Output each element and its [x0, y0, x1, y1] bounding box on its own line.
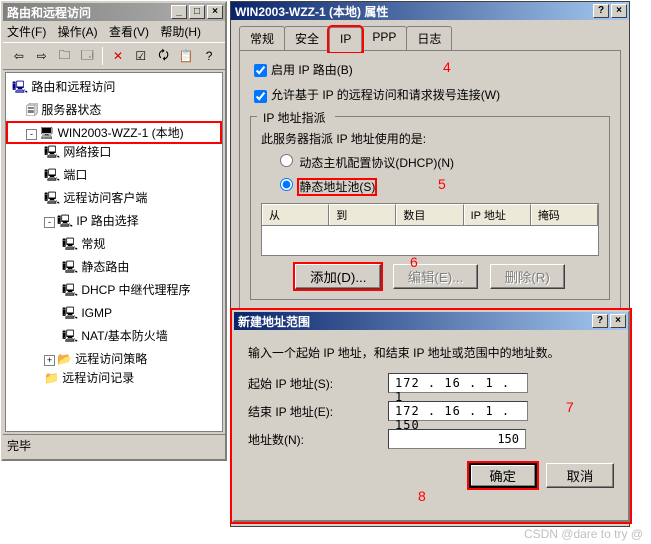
- newrange-body: 输入一个起始 IP 地址，和结束 IP 地址或范围中的地址数。 起始 IP 地址…: [234, 330, 628, 502]
- collapse-icon: -: [44, 217, 55, 228]
- col-ip[interactable]: IP 地址: [464, 204, 531, 225]
- tab-general[interactable]: 常规: [239, 26, 285, 50]
- properties-button[interactable]: 🗔: [77, 46, 97, 66]
- tree-general[interactable]: 🖳 常规: [8, 234, 220, 257]
- enable-ip-routing-checkbox[interactable]: [254, 64, 267, 77]
- allow-remote-checkbox[interactable]: [254, 90, 267, 103]
- remove-button[interactable]: 删除(R): [490, 264, 565, 289]
- cancel-button[interactable]: 取消: [546, 463, 614, 488]
- col-count[interactable]: 数目: [396, 204, 463, 225]
- mmc-window: 路由和远程访问 _ □ × 文件(F) 操作(A) 查看(V) 帮助(H) ⇦ …: [1, 1, 227, 461]
- tree-dhcp-relay[interactable]: 🖳 DHCP 中继代理程序: [8, 280, 220, 303]
- help-button[interactable]: ?: [593, 4, 609, 18]
- count-label: 地址数(N):: [248, 431, 388, 448]
- start-ip-label: 起始 IP 地址(S):: [248, 375, 388, 392]
- static-pool-radio-label: 静态地址池(S): [299, 180, 375, 194]
- ip-assign-groupbox: IP 地址指派 此服务器指派 IP 地址使用的是: 动态主机配置协议(DHCP)…: [250, 116, 610, 300]
- new-range-dialog: 新建地址范围 ? × 输入一个起始 IP 地址，和结束 IP 地址或范围中的地址…: [232, 310, 630, 522]
- close-button[interactable]: ×: [610, 314, 626, 328]
- menu-action[interactable]: 操作(A): [58, 25, 98, 39]
- expand-icon: +: [44, 355, 55, 366]
- close-button[interactable]: ×: [207, 5, 223, 19]
- tree-ra-clients[interactable]: 🖳 远程访问客户端: [8, 188, 220, 211]
- tree-nat[interactable]: 🖳 NAT/基本防火墙: [8, 326, 220, 349]
- ok-button[interactable]: 确定: [469, 463, 537, 488]
- toolbar-separator: [102, 47, 103, 65]
- dhcp-radio-label: 动态主机配置协议(DHCP)(N): [299, 156, 454, 170]
- ip-assign-desc: 此服务器指派 IP 地址使用的是:: [261, 130, 599, 147]
- col-to[interactable]: 到: [329, 204, 396, 225]
- refresh-button[interactable]: 🗘: [154, 46, 174, 66]
- allow-remote-label: 允许基于 IP 的远程访问和请求拨号连接(W): [271, 88, 500, 102]
- help-button[interactable]: ?: [592, 314, 608, 328]
- help-button[interactable]: ?: [199, 46, 219, 66]
- tab-ip[interactable]: IP: [329, 27, 362, 51]
- edit-button[interactable]: 编辑(E)...: [393, 264, 479, 289]
- count-input[interactable]: 150: [388, 429, 526, 449]
- forward-button[interactable]: ⇨: [32, 46, 52, 66]
- add-button[interactable]: 添加(D)...: [295, 264, 381, 289]
- props-titlebar[interactable]: WIN2003-WZZ-1 (本地) 属性 ? ×: [231, 2, 629, 20]
- newrange-title: 新建地址范围: [238, 313, 590, 330]
- up-button[interactable]: 🗀: [55, 46, 75, 66]
- tree-static-routes[interactable]: 🖳 静态路由: [8, 257, 220, 280]
- tree-igmp[interactable]: 🖳 IGMP: [8, 303, 220, 326]
- annotation-4: 4: [443, 59, 451, 75]
- properties2-button[interactable]: ☑: [131, 46, 151, 66]
- tree-ports[interactable]: 🖳 端口: [8, 165, 220, 188]
- back-button[interactable]: ⇦: [9, 46, 29, 66]
- tab-security[interactable]: 安全: [284, 26, 330, 50]
- tree-ra-logging[interactable]: 📁 远程访问记录: [8, 368, 220, 387]
- collapse-icon: -: [26, 129, 37, 140]
- tree-panel: 🖳 路由和远程访问 🗐 服务器状态 -🖥 WIN2003-WZZ-1 (本地) …: [5, 72, 223, 432]
- close-button[interactable]: ×: [611, 4, 627, 18]
- maximize-button[interactable]: □: [189, 5, 205, 19]
- mmc-titlebar[interactable]: 路由和远程访问 _ □ ×: [3, 3, 225, 21]
- annotation-8: 8: [418, 488, 426, 504]
- tree-root[interactable]: 🖳 路由和远程访问: [8, 77, 220, 100]
- mmc-title: 路由和远程访问: [7, 4, 169, 21]
- watermark: CSDN @dare to try @: [524, 527, 643, 541]
- toolbar: ⇦ ⇨ 🗀 🗔 ✕ ☑ 🗘 📋 ?: [3, 42, 225, 70]
- dhcp-radio[interactable]: [280, 154, 293, 167]
- minimize-button[interactable]: _: [171, 5, 187, 19]
- enable-ip-routing-label: 启用 IP 路由(B): [271, 63, 353, 77]
- menu-view[interactable]: 查看(V): [109, 25, 149, 39]
- newrange-titlebar[interactable]: 新建地址范围 ? ×: [234, 312, 628, 330]
- newrange-desc: 输入一个起始 IP 地址，和结束 IP 地址或范围中的地址数。: [248, 344, 614, 361]
- annotation-7: 7: [566, 399, 574, 415]
- annotation-5: 5: [438, 176, 446, 192]
- ip-assign-title: IP 地址指派: [259, 109, 329, 126]
- delete-button[interactable]: ✕: [108, 46, 128, 66]
- tree-server-local[interactable]: -🖥 WIN2003-WZZ-1 (本地): [8, 123, 220, 142]
- end-ip-input[interactable]: 172 . 16 . 1 . 150: [388, 401, 528, 421]
- menu-help[interactable]: 帮助(H): [160, 25, 201, 39]
- pool-list[interactable]: [261, 226, 599, 256]
- col-from[interactable]: 从: [262, 204, 329, 225]
- static-pool-radio[interactable]: [280, 178, 293, 191]
- tree-network-interfaces[interactable]: 🖳 网络接口: [8, 142, 220, 165]
- start-ip-input[interactable]: 172 . 16 . 1 . 1: [388, 373, 528, 393]
- tree-server-status[interactable]: 🗐 服务器状态: [8, 100, 220, 123]
- annotation-6: 6: [410, 254, 418, 270]
- export-button[interactable]: 📋: [176, 46, 196, 66]
- props-title: WIN2003-WZZ-1 (本地) 属性: [235, 3, 591, 20]
- tab-ppp[interactable]: PPP: [361, 26, 407, 50]
- tab-strip: 常规 安全 IP PPP 日志: [239, 26, 621, 50]
- menubar: 文件(F) 操作(A) 查看(V) 帮助(H): [3, 21, 225, 42]
- statusbar: 完毕: [3, 434, 225, 456]
- tab-log[interactable]: 日志: [406, 26, 452, 50]
- menu-file[interactable]: 文件(F): [7, 25, 46, 39]
- pool-list-header: 从 到 数目 IP 地址 掩码: [261, 203, 599, 226]
- tree-ra-policies[interactable]: +📂 远程访问策略: [8, 349, 220, 368]
- end-ip-label: 结束 IP 地址(E):: [248, 403, 388, 420]
- col-mask[interactable]: 掩码: [531, 204, 598, 225]
- tree-ip-routing[interactable]: -🖳 IP 路由选择: [8, 211, 220, 234]
